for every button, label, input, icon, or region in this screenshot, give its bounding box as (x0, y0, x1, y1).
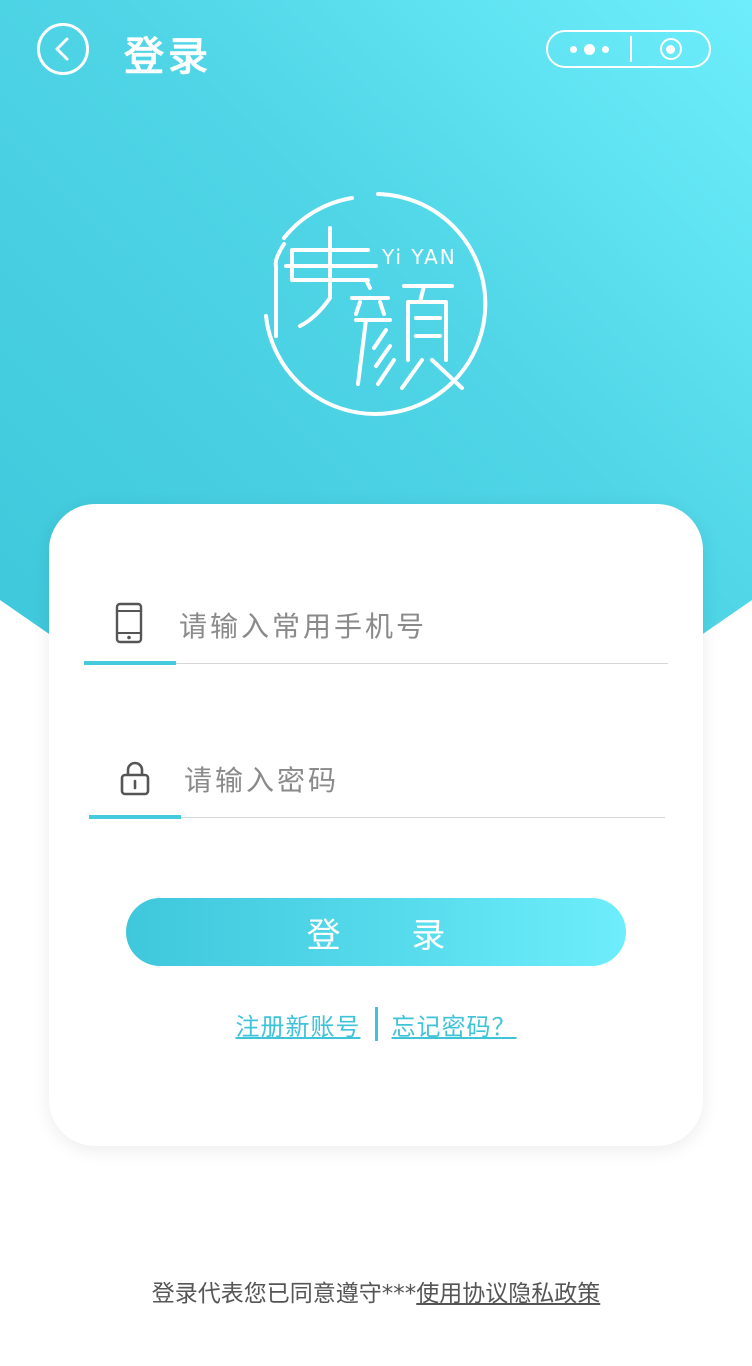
account-links: 注册新账号 忘记密码？ (49, 1004, 703, 1044)
phone-underline-accent (84, 661, 176, 665)
forgot-password-link[interactable]: 忘记密码？ (392, 1007, 517, 1042)
more-dots-icon (569, 45, 577, 53)
privacy-policy-link[interactable]: 使用协议隐私政策 (416, 1281, 600, 1307)
phone-input[interactable] (179, 600, 649, 652)
links-divider (374, 1007, 378, 1041)
phone-field (84, 564, 668, 665)
brand-logo: Yi YAN (264, 192, 488, 416)
agreement-prefix: 登录代表您已同意遵守*** (151, 1281, 417, 1307)
more-button[interactable] (548, 32, 630, 66)
agreement-text: 登录代表您已同意遵守***使用协议隐私政策 (0, 1274, 752, 1308)
password-field (89, 718, 665, 819)
back-icon (55, 37, 69, 61)
login-button[interactable]: 登 录 (126, 898, 626, 966)
password-input[interactable] (184, 754, 654, 806)
register-link[interactable]: 注册新账号 (236, 1007, 361, 1042)
page-title: 登录 (124, 34, 212, 80)
close-mini-program-button[interactable] (632, 32, 709, 66)
mini-program-capsule (546, 30, 711, 68)
login-card: 登 录 注册新账号 忘记密码？ (49, 504, 703, 1146)
phone-icon (115, 602, 143, 644)
navigation-bar: 登录 (0, 0, 752, 100)
password-underline-accent (89, 815, 181, 819)
close-target-icon (659, 38, 682, 60)
lock-icon (120, 761, 150, 796)
logo-english-text: Yi YAN (381, 245, 457, 269)
back-button[interactable] (37, 23, 89, 75)
